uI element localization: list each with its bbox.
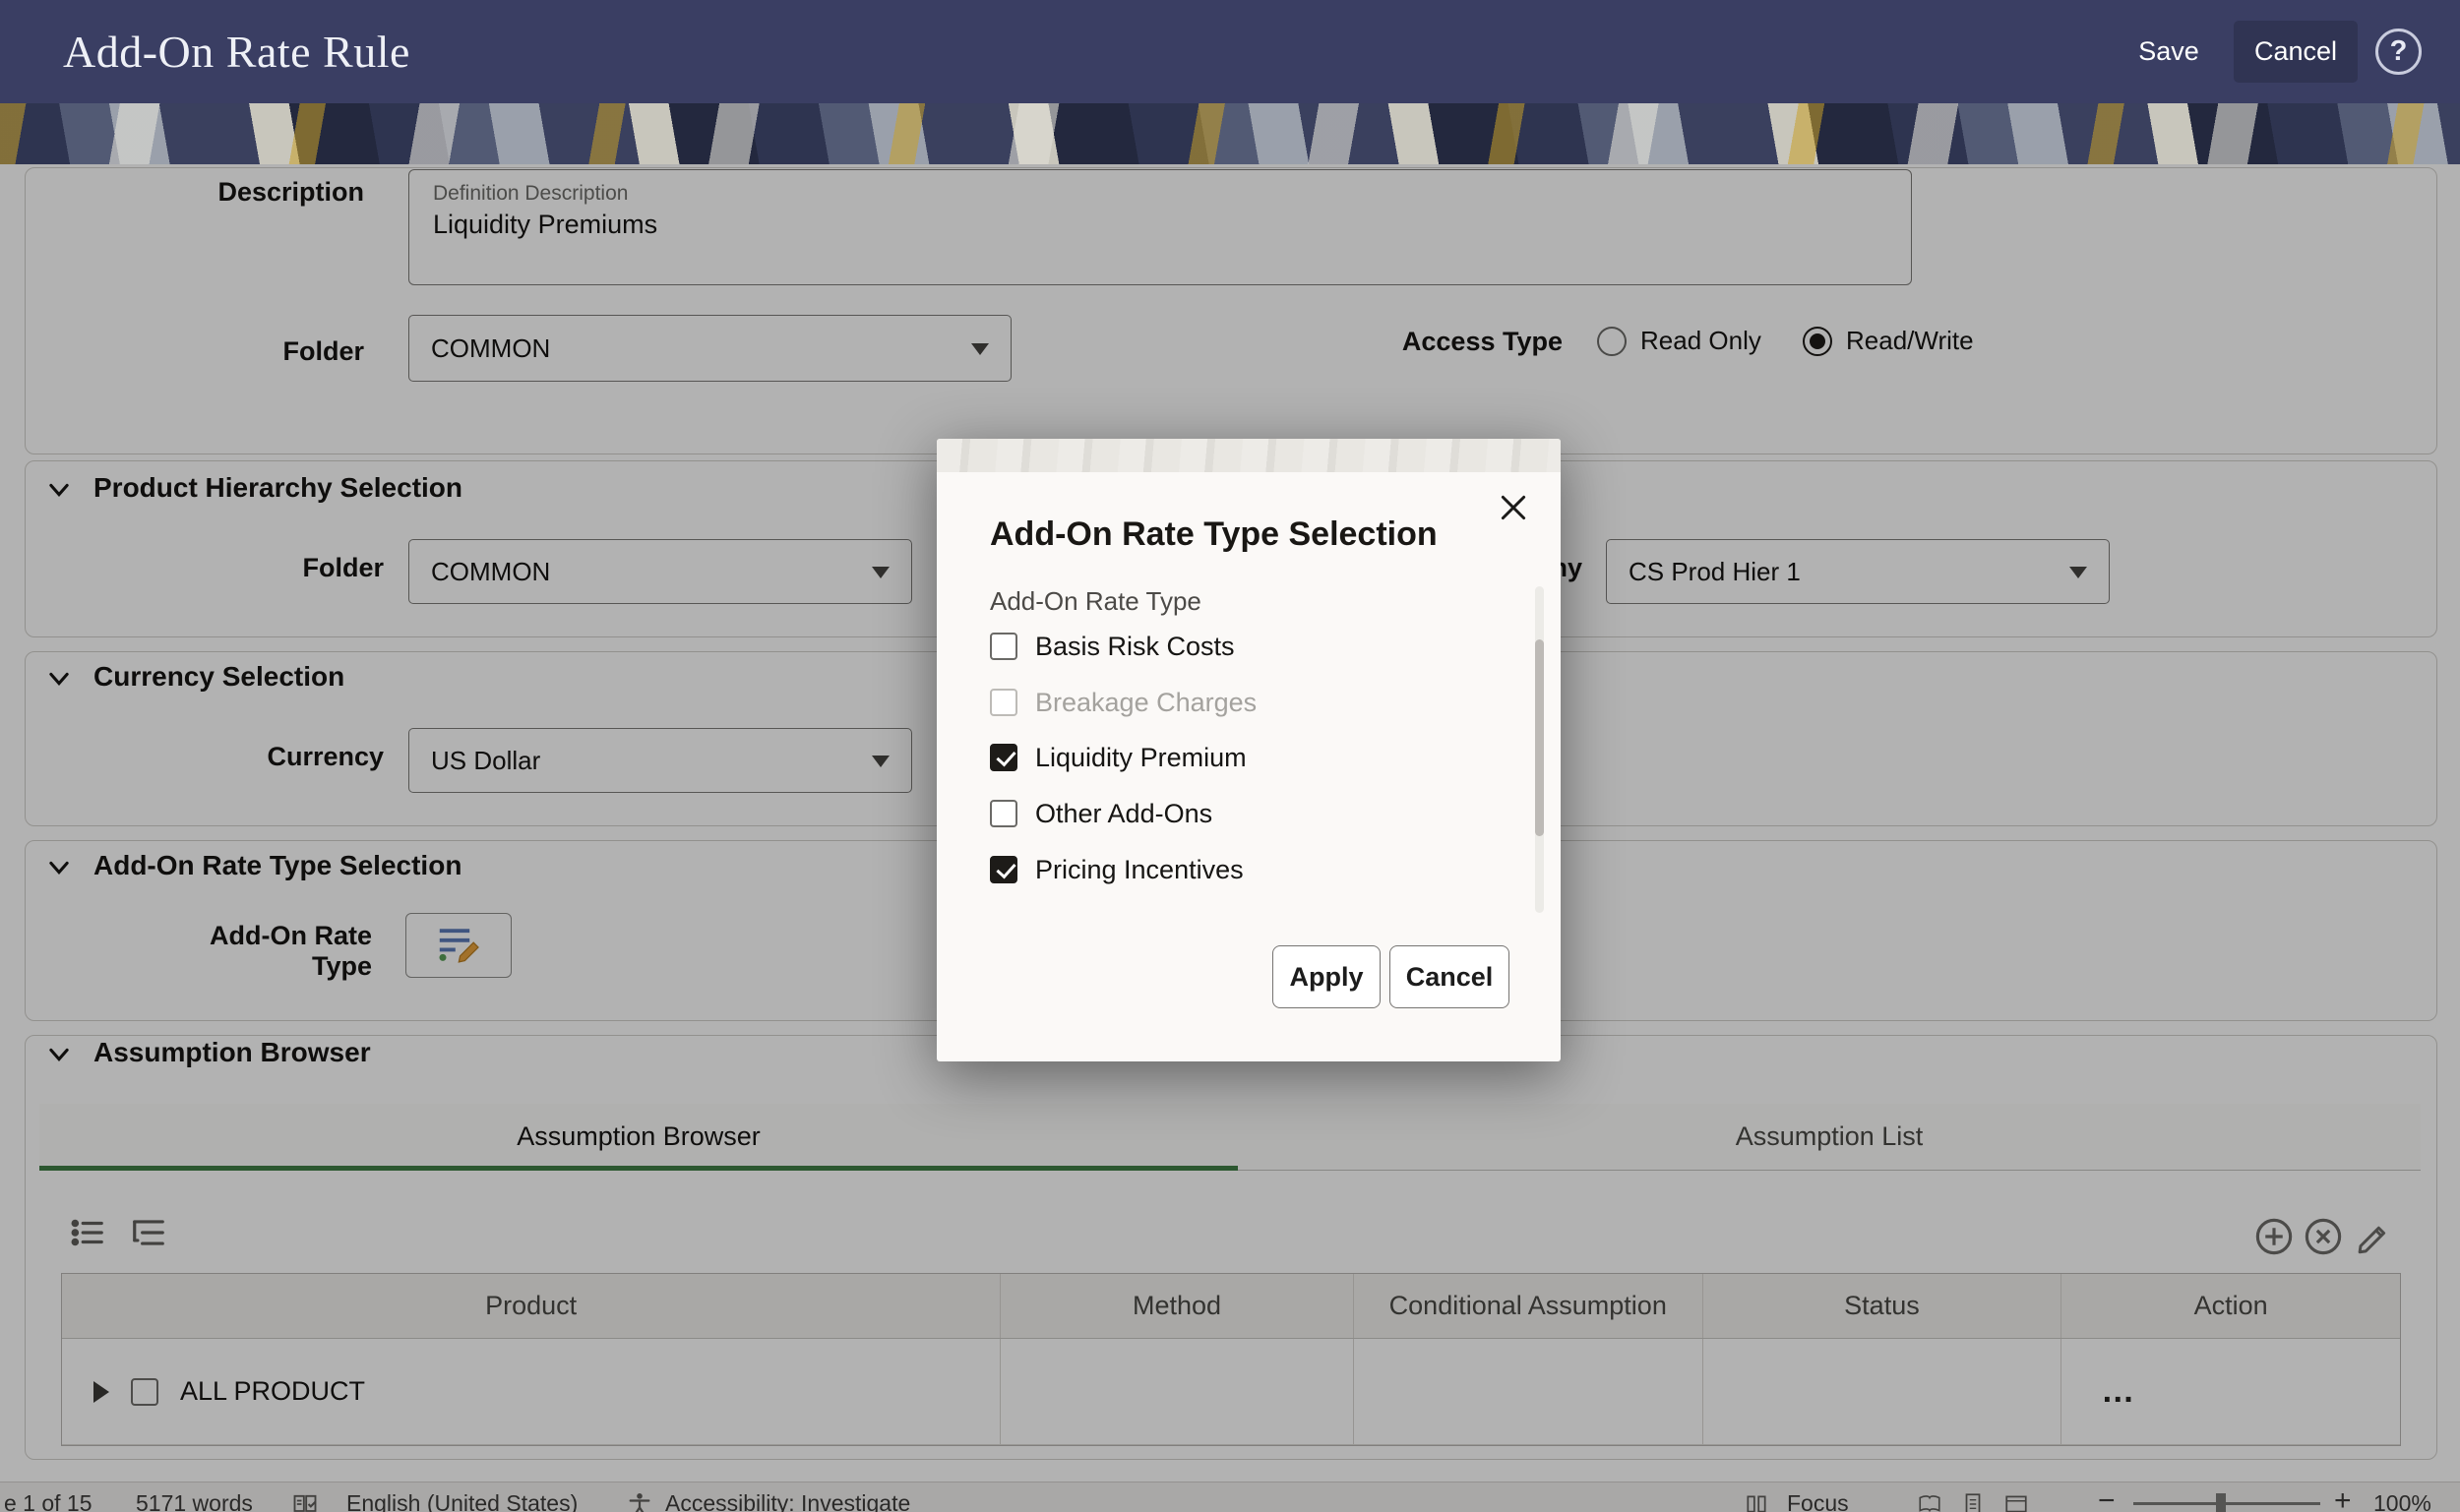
option-liquidity-premium[interactable]: Liquidity Premium: [990, 731, 1247, 784]
dialog-scrollbar-thumb[interactable]: [1535, 639, 1544, 836]
help-icon[interactable]: ?: [2375, 29, 2422, 75]
dialog-title: Add-On Rate Type Selection: [990, 515, 1438, 554]
cancel-button[interactable]: Cancel: [2234, 21, 2358, 83]
app-screen: Add-On Rate Rule Save Cancel ? Descripti…: [0, 0, 2460, 1512]
option-pricing-incentives[interactable]: Pricing Incentives: [990, 843, 1244, 896]
checkbox-icon: [990, 633, 1017, 660]
option-other-add-ons[interactable]: Other Add-Ons: [990, 787, 1212, 840]
save-button[interactable]: Save: [2118, 21, 2220, 83]
dialog-cancel-button[interactable]: Cancel: [1389, 945, 1509, 1008]
dialog-texture-header: [937, 439, 1561, 472]
close-icon[interactable]: [1494, 488, 1533, 527]
checkbox-icon: [990, 744, 1017, 771]
app-header-bar: Add-On Rate Rule Save Cancel ?: [0, 0, 2460, 103]
page-title: Add-On Rate Rule: [63, 0, 410, 103]
option-basis-risk-costs[interactable]: Basis Risk Costs: [990, 620, 1235, 673]
dialog-scrollbar-track[interactable]: [1535, 586, 1544, 913]
addon-rate-type-dialog: Add-On Rate Type Selection Add-On Rate T…: [937, 439, 1561, 1061]
banner-art: [0, 103, 2460, 164]
checkbox-icon: [990, 689, 1017, 716]
dialog-apply-button[interactable]: Apply: [1272, 945, 1381, 1008]
checkbox-icon: [990, 800, 1017, 827]
option-breakage-charges: Breakage Charges: [990, 676, 1257, 729]
dialog-list-label: Add-On Rate Type: [990, 586, 1201, 617]
checkbox-icon: [990, 856, 1017, 883]
